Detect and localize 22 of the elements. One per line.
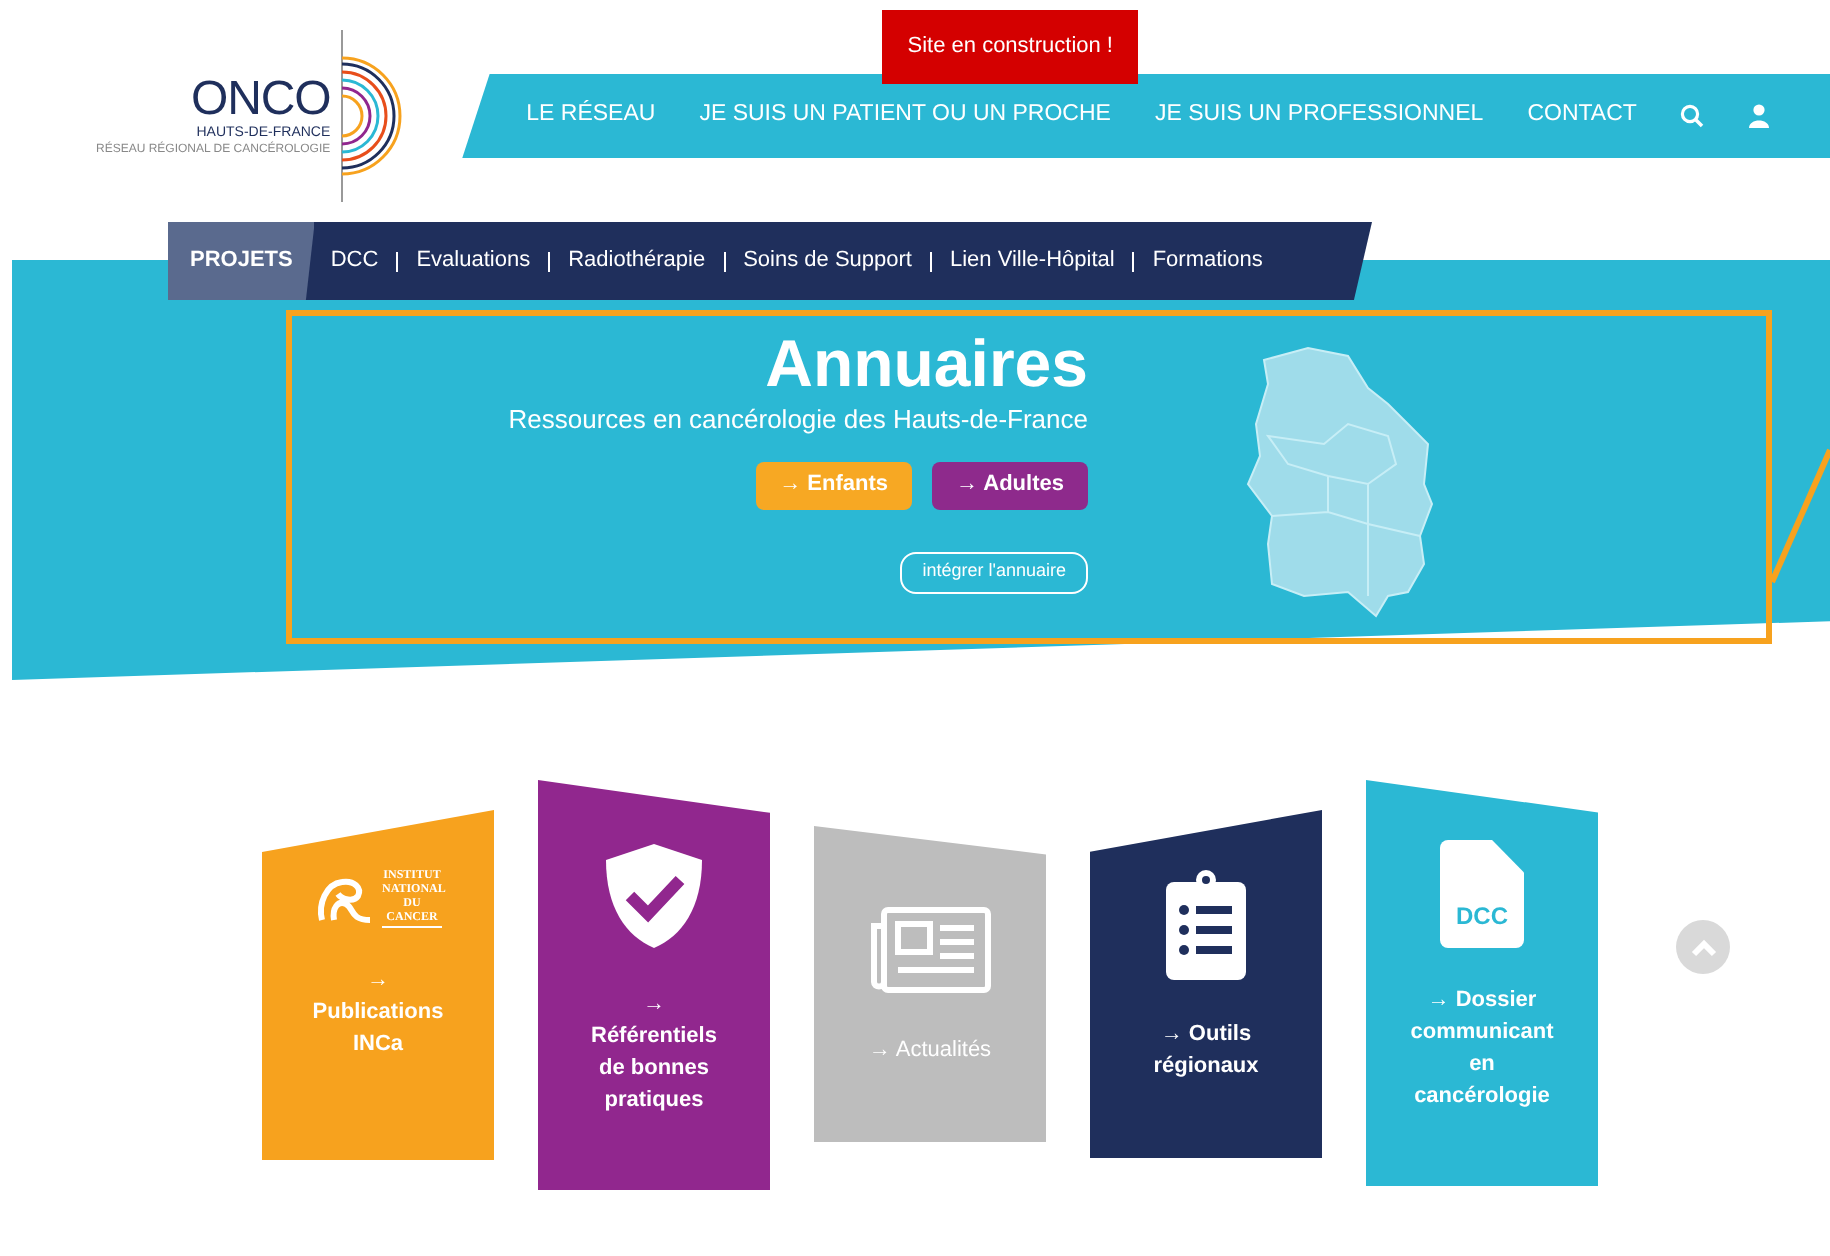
category-tile[interactable]: → Outils régionaux (1090, 810, 1322, 1158)
sub-nav-tab[interactable]: Soins de Support (743, 222, 912, 300)
hero-subtitle: Ressources en cancérologie des Hauts-de-France (508, 402, 1088, 438)
sub-nav-tab[interactable]: PROJETS (168, 222, 315, 300)
directory-button[interactable]: → Adultes (932, 461, 1088, 509)
sub-nav-tab[interactable]: DCC (330, 222, 379, 300)
chevron-up-icon (1689, 937, 1717, 957)
shield-check-icon (602, 840, 706, 952)
hero-title: Annuaires (765, 328, 1088, 400)
sub-nav-tab[interactable]: Formations (1152, 222, 1263, 300)
search-icon[interactable] (1680, 104, 1705, 128)
scroll-up-button[interactable] (1676, 920, 1730, 974)
user-icon[interactable] (1748, 104, 1771, 128)
sub-nav-tab[interactable]: Lien Ville-Hôpital (949, 222, 1115, 300)
sub-nav-tab[interactable]: Evaluations (416, 222, 531, 300)
category-tile[interactable]: → Référentiels de bonnes pratiques (538, 780, 770, 1190)
logo-wordmark[interactable]: ONCO (191, 75, 331, 123)
clipboard-list-icon (1164, 870, 1248, 982)
newspaper-icon (868, 906, 992, 994)
document-icon: DCC (1440, 840, 1524, 948)
construction-notice: Site en construction ! (882, 10, 1139, 84)
sub-nav-tab[interactable]: Radiothérapie (568, 222, 706, 300)
